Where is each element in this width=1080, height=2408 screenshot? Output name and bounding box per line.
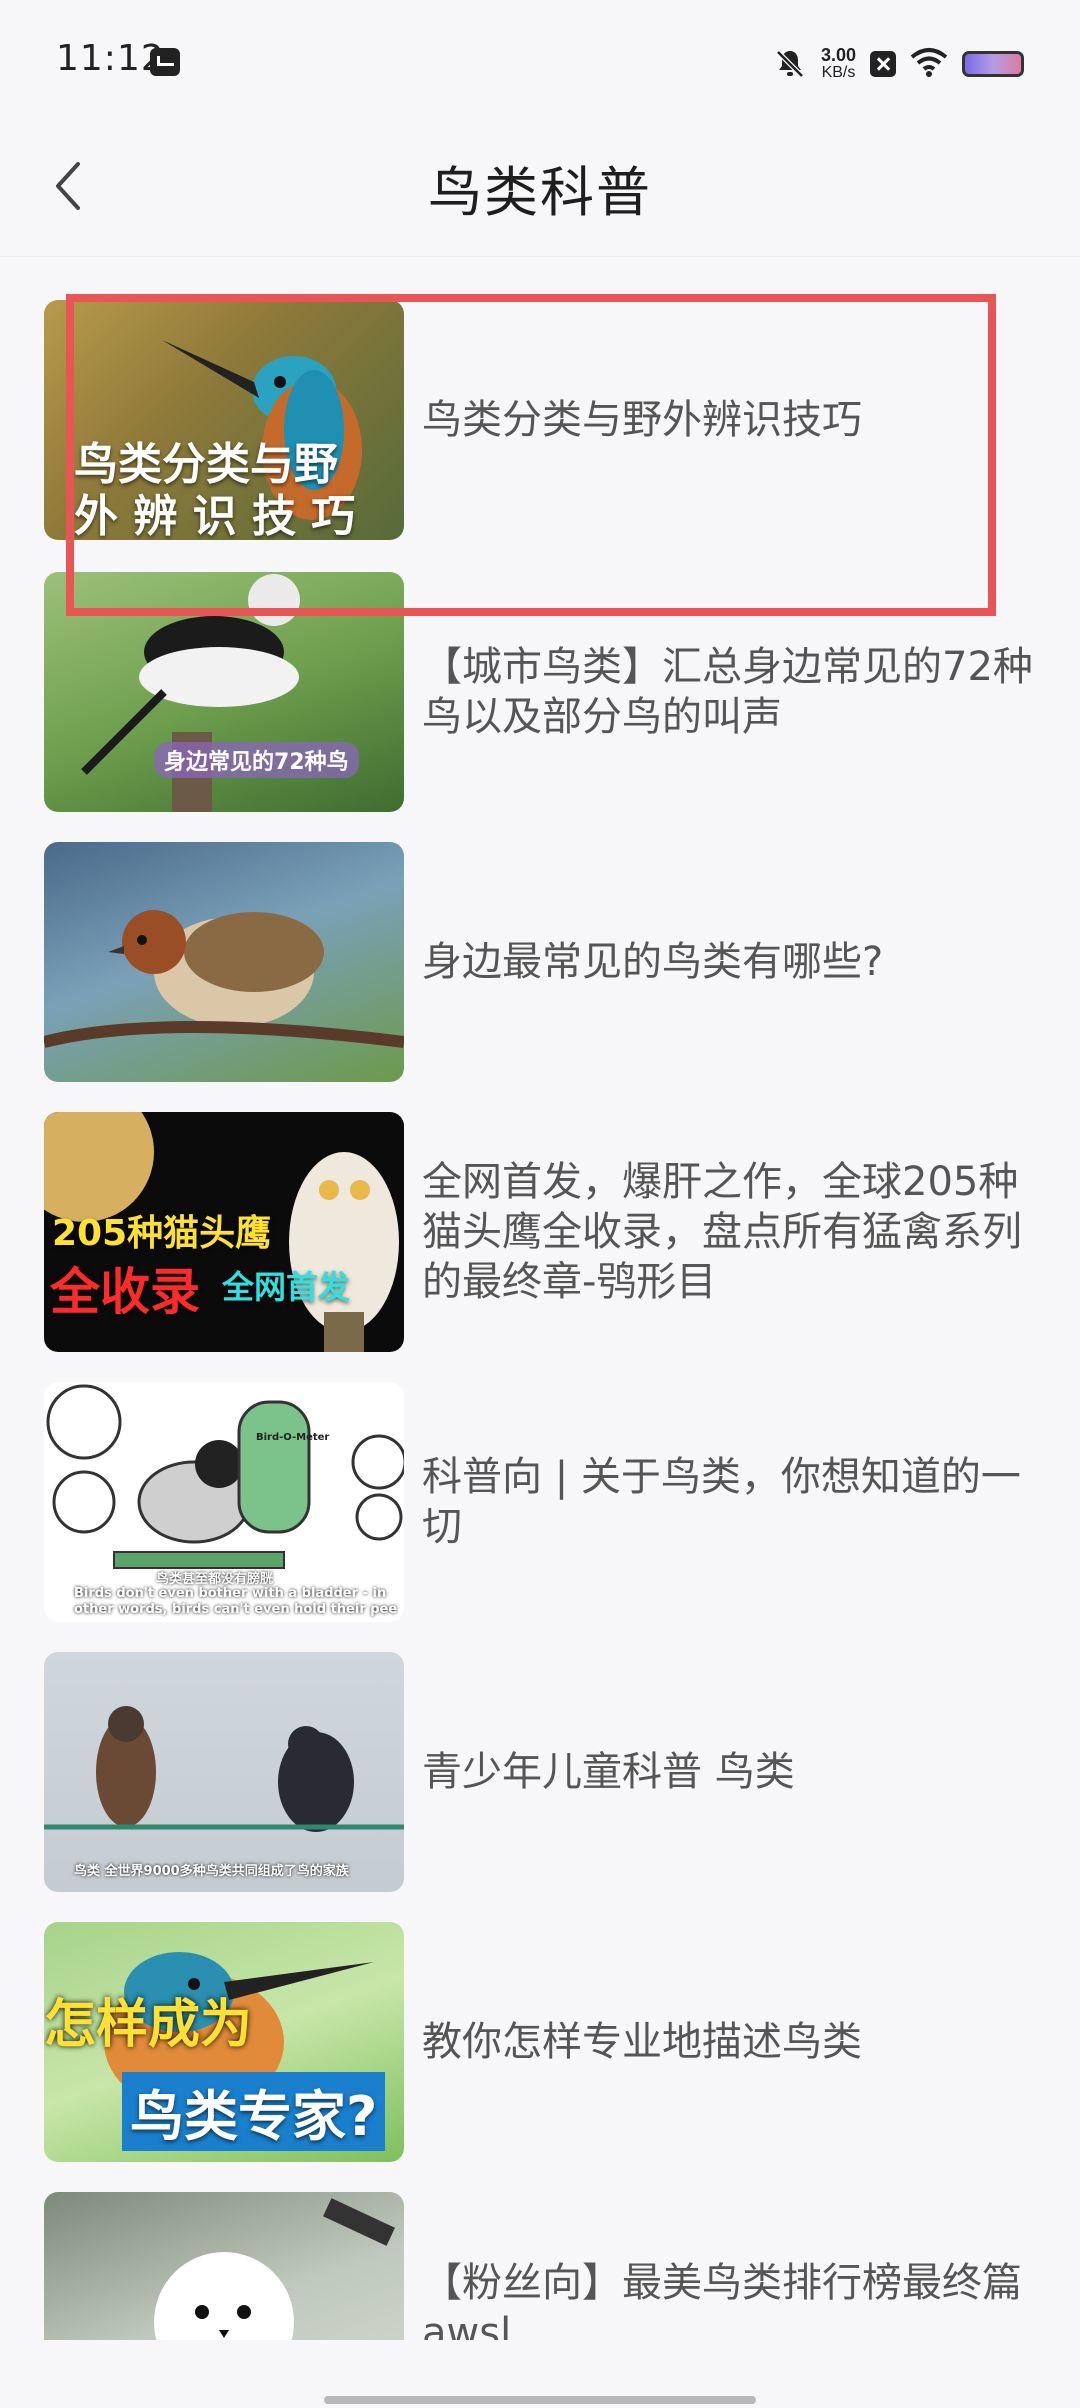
thumbnail-image: 205种猫头鹰 全收录 全网首发	[44, 1112, 404, 1352]
thumbnail-image	[44, 2192, 404, 2340]
thumbnail-caption: 外 辨 识 技 巧	[74, 491, 356, 540]
header: 鸟类科普	[0, 120, 1080, 257]
thumbnail-image: Bird-O-Meter 鸟类甚至都没有膀胱 Birds don't even …	[44, 1382, 404, 1622]
thumbnail-caption: 全网首发	[222, 1268, 351, 1306]
list-item[interactable]: 205种猫头鹰 全收录 全网首发 全网首发，爆肝之作，全球205种猫头鹰全收录，…	[44, 1112, 1044, 1352]
thumbnail-image: 鸟类分类与野 外 辨 识 技 巧	[44, 300, 404, 540]
net-speed-unit: KB/s	[821, 64, 856, 81]
thumbnail-caption: Bird-O-Meter	[256, 1432, 330, 1443]
thumbnail-caption: 全收录	[50, 1263, 200, 1321]
thumbnail-caption: Birds don't even bother with a bladder -…	[74, 1586, 387, 1601]
list-item[interactable]: 怎样成为 鸟类专家? 教你怎样专业地描述鸟类	[44, 1922, 1044, 2162]
list-item[interactable]: 【粉丝向】最美鸟类排行榜最终篇 awsl	[44, 2192, 1044, 2340]
list-item[interactable]: 身边最常见的鸟类有哪些?	[44, 842, 1044, 1082]
xbox-icon	[870, 51, 896, 77]
list-item[interactable]: 鸟类 全世界9000多种鸟类共同组成了鸟的家族 青少年儿童科普 鸟类	[44, 1652, 1044, 1892]
item-title: 鸟类分类与野外辨识技巧	[422, 397, 862, 443]
page-title: 鸟类科普	[428, 161, 652, 224]
thumbnail-caption: 205种猫头鹰	[52, 1213, 272, 1254]
thumbnail-image: 鸟类 全世界9000多种鸟类共同组成了鸟的家族	[44, 1652, 404, 1892]
thumbnail-caption: 鸟类 全世界9000多种鸟类共同组成了鸟的家族	[74, 1864, 349, 1879]
thumbnail-caption: 怎样成为	[44, 1995, 253, 2055]
home-indicator[interactable]	[324, 2396, 756, 2404]
item-title: 科普向 | 关于鸟类，你想知道的一切	[422, 1454, 1021, 1550]
thumbnail-image: 身边常见的72种鸟	[44, 572, 404, 812]
message-icon	[150, 48, 180, 76]
status-time: 11:12	[56, 38, 165, 79]
status-icons: 3.00 KB/s	[773, 36, 1024, 92]
item-title: 教你怎样专业地描述鸟类	[422, 2019, 862, 2065]
list-item[interactable]: Bird-O-Meter 鸟类甚至都没有膀胱 Birds don't even …	[44, 1382, 1044, 1622]
thumbnail-image: 怎样成为 鸟类专家?	[44, 1922, 404, 2162]
item-title: 全网首发，爆肝之作，全球205种猫头鹰全收录，盘点所有猛禽系列的最终章-鸮形目	[422, 1159, 1022, 1305]
thumbnail-image	[44, 842, 404, 1082]
item-title: 身边最常见的鸟类有哪些?	[422, 939, 884, 985]
item-title: 青少年儿童科普 鸟类	[422, 1749, 795, 1795]
thumbnail-caption: 身边常见的72种鸟	[154, 742, 359, 778]
battery-icon	[962, 51, 1024, 77]
list-item[interactable]: 鸟类分类与野 外 辨 识 技 巧 鸟类分类与野外辨识技巧	[44, 300, 1044, 540]
status-bar: 11:12 3.00 KB/s	[0, 0, 1080, 120]
net-speed: 3.00 KB/s	[821, 46, 856, 82]
wifi-icon	[910, 47, 948, 81]
bell-off-icon	[773, 47, 807, 81]
thumbnail-caption: other words, birds can't even hold their…	[74, 1602, 398, 1617]
thumbnail-caption: 鸟类专家?	[122, 2072, 386, 2151]
item-title: 【城市鸟类】汇总身边常见的72种鸟以及部分鸟的叫声	[422, 644, 1033, 740]
thumbnail-caption: 鸟类甚至都没有膀胱	[156, 1572, 274, 1587]
net-speed-value: 3.00	[820, 45, 856, 65]
item-title: 【粉丝向】最美鸟类排行榜最终篇 awsl	[422, 2260, 1022, 2340]
list-item[interactable]: 身边常见的72种鸟 【城市鸟类】汇总身边常见的72种鸟以及部分鸟的叫声	[44, 572, 1044, 812]
